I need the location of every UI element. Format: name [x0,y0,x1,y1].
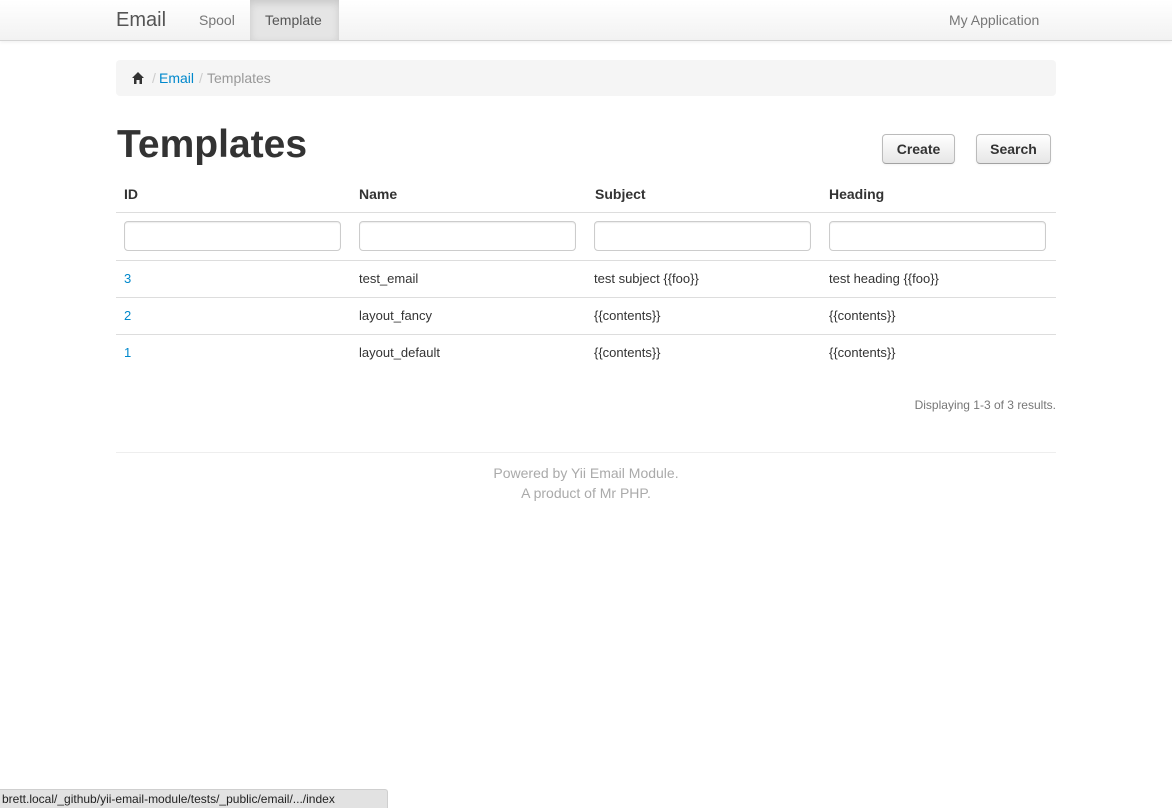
filter-name-input[interactable] [359,221,576,251]
footer-product-of: A product of Mr PHP. [521,485,651,501]
row-subject: {{contents}} [594,308,661,323]
column-header-heading[interactable]: Heading [829,176,884,212]
column-header-id[interactable]: ID [124,176,138,212]
table-row: 1 layout_default {{contents}} {{contents… [116,334,1056,371]
search-button[interactable]: Search [976,134,1051,164]
footer-powered-by: Powered by Yii Email Module. [493,465,679,481]
row-name: test_email [359,271,419,286]
table-row: 3 test_email test subject {{foo}} test h… [116,260,1056,297]
table-row: 2 layout_fancy {{contents}} {{contents}} [116,297,1056,334]
nav-item-my-application[interactable]: My Application [934,0,1054,40]
create-button[interactable]: Create [882,134,955,164]
grid-summary: Displaying 1-3 of 3 results. [914,398,1056,412]
row-subject: test subject {{foo}} [594,271,699,286]
browser-status-bar: brett.local/_github/yii-email-module/tes… [0,789,388,808]
top-navbar: Email Spool Template My Application [0,0,1172,41]
row-heading: {{contents}} [829,308,896,323]
row-id-link[interactable]: 2 [124,298,131,334]
filter-row [116,212,1056,260]
page-title: Templates [117,123,308,166]
breadcrumb-separator: / [152,70,156,86]
row-heading: test heading {{foo}} [829,271,939,286]
filter-id-input[interactable] [124,221,341,251]
column-header-name[interactable]: Name [359,176,397,212]
row-name: layout_default [359,345,440,360]
home-icon[interactable] [131,71,145,85]
nav-item-template[interactable]: Template [250,0,339,40]
row-name: layout_fancy [359,308,432,323]
row-heading: {{contents}} [829,345,896,360]
footer-divider [116,452,1056,453]
breadcrumb-current: Templates [207,70,271,86]
breadcrumb-separator: / [199,70,203,86]
row-subject: {{contents}} [594,345,661,360]
column-header-subject[interactable]: Subject [595,176,646,212]
brand-link[interactable]: Email [116,8,166,32]
row-id-link[interactable]: 1 [124,335,131,371]
breadcrumb-link-email[interactable]: Email [159,60,194,96]
table-header-row: ID Name Subject Heading [116,176,1056,212]
breadcrumb: / Email / Templates [116,60,1056,96]
row-id-link[interactable]: 3 [124,261,131,297]
nav-item-spool[interactable]: Spool [184,0,250,40]
templates-grid: ID Name Subject Heading 3 test_email tes… [116,176,1056,371]
filter-heading-input[interactable] [829,221,1046,251]
filter-subject-input[interactable] [594,221,811,251]
